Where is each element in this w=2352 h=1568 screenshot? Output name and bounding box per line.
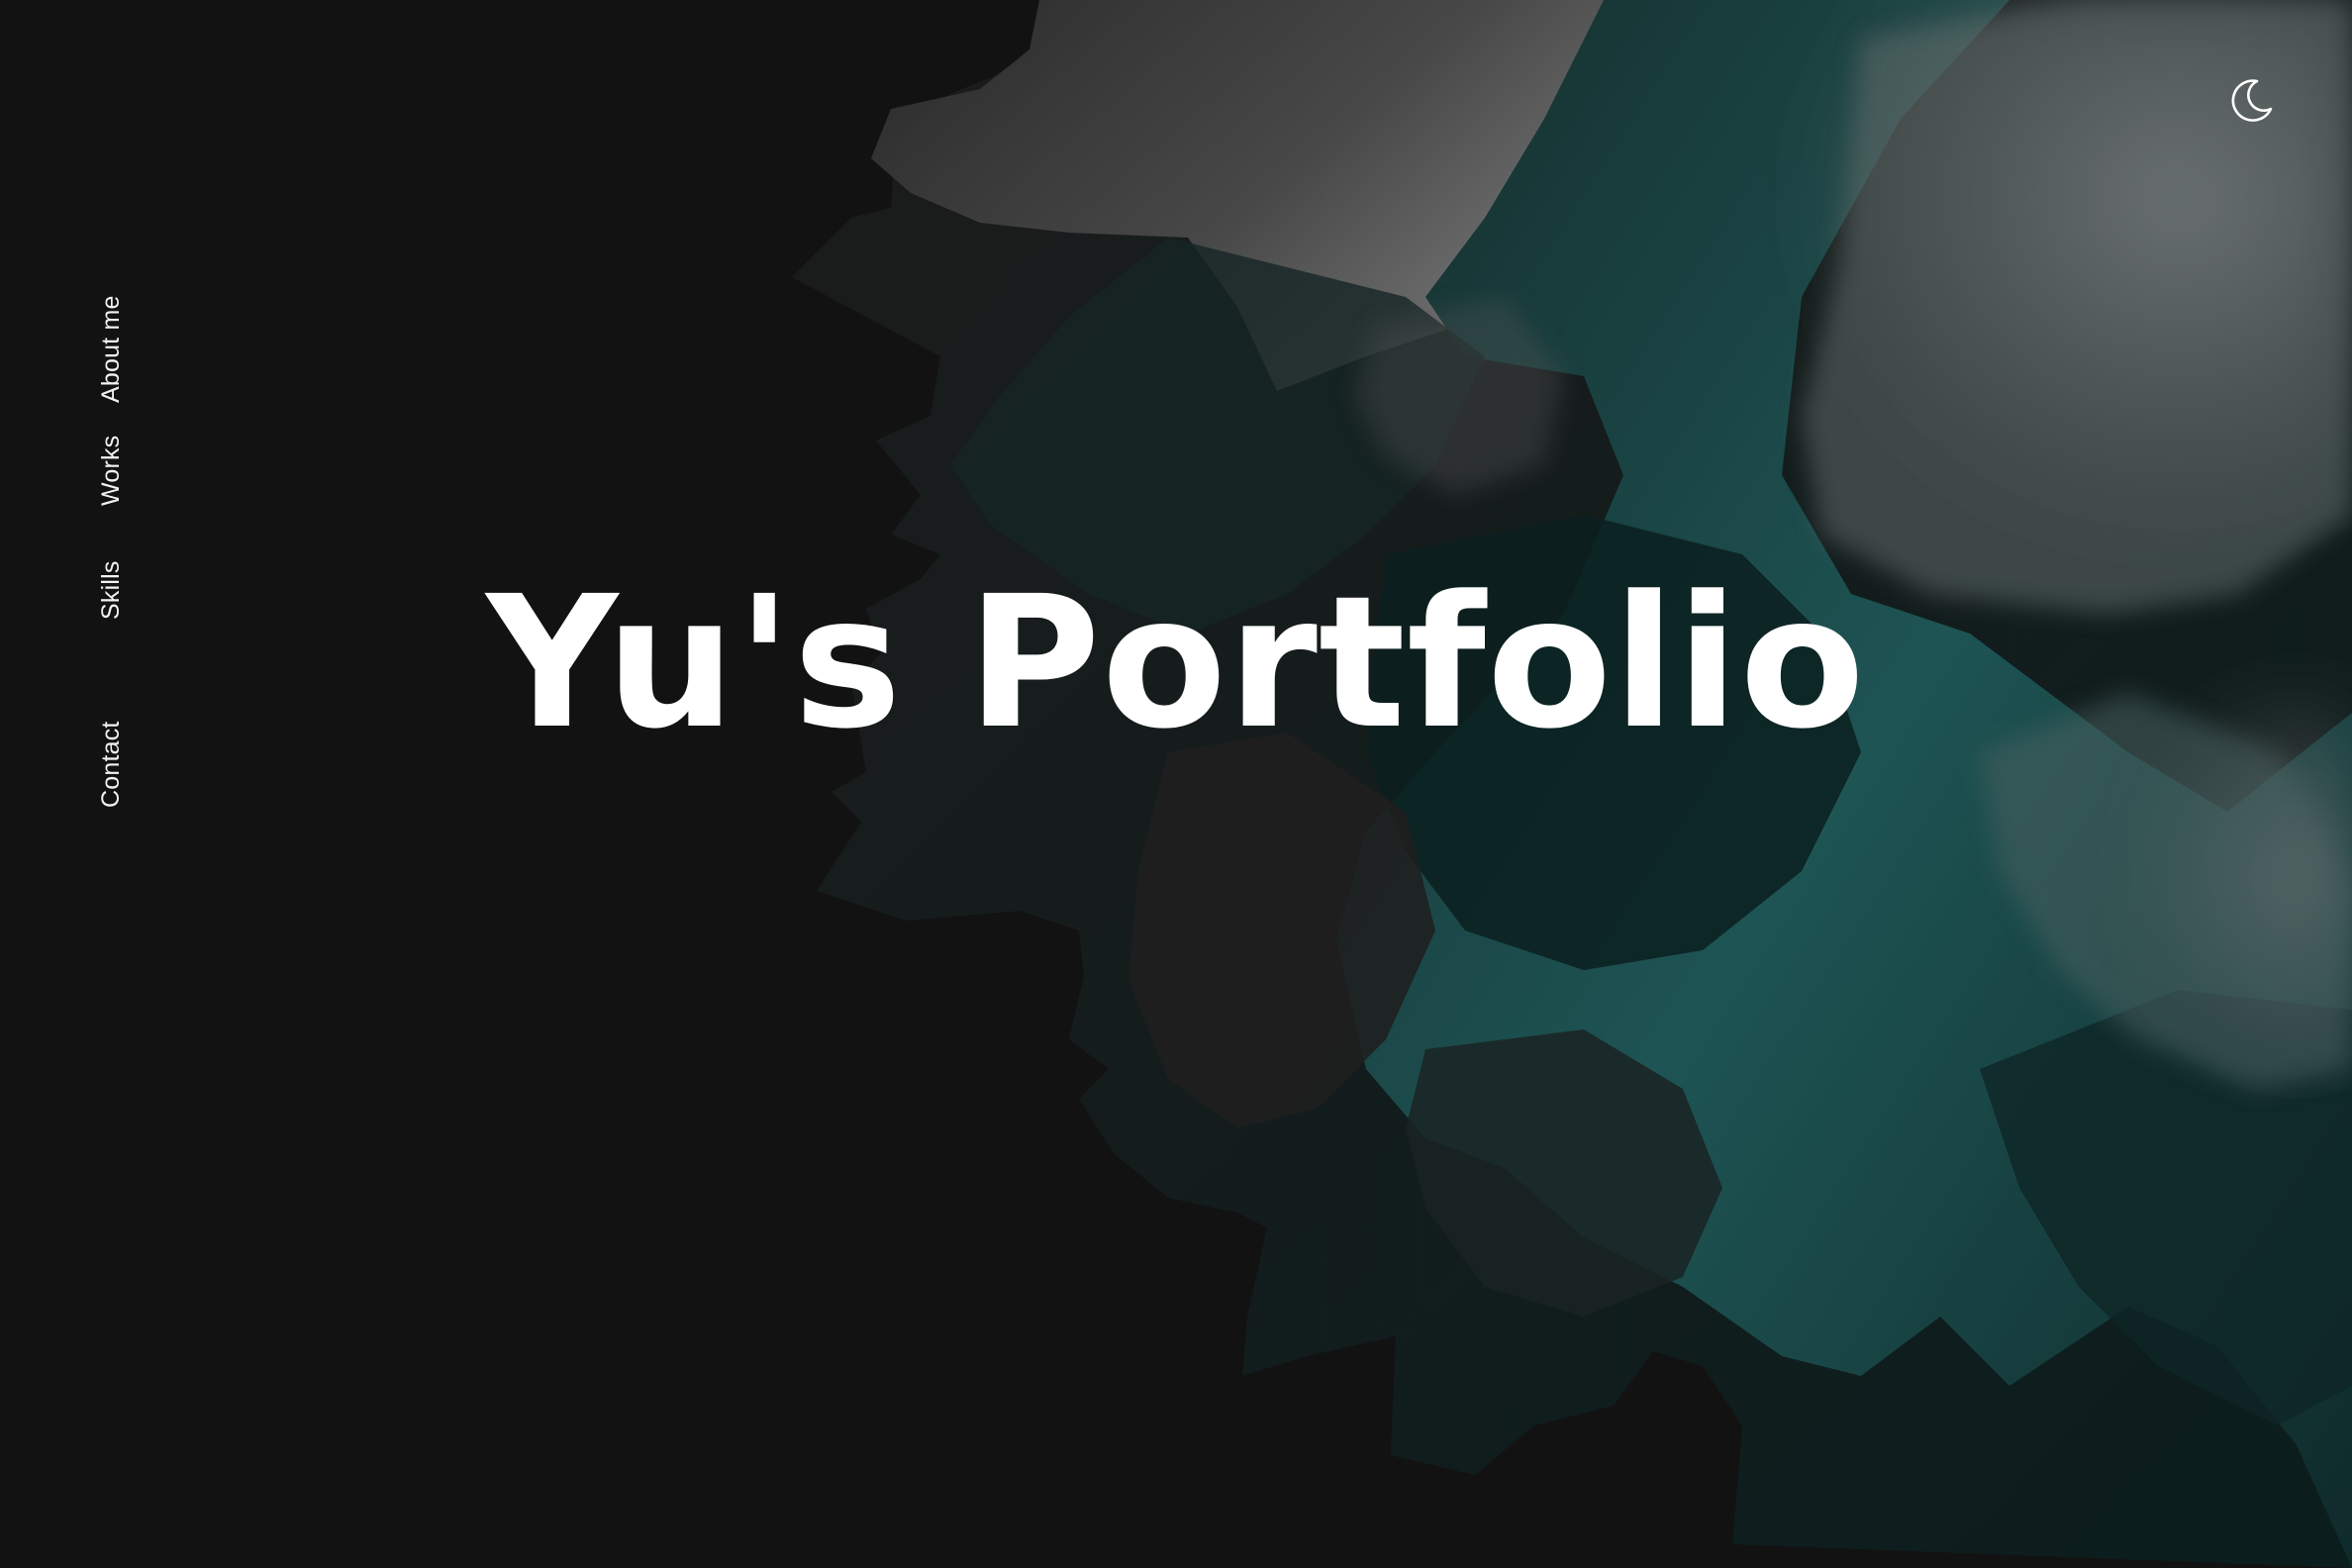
- moon-icon: [2231, 79, 2273, 122]
- nav-item-label: Works: [97, 435, 125, 506]
- portfolio-page: About me Works Skills Contact Yu's Portf…: [0, 0, 2352, 1568]
- nav-item-label: About me: [97, 295, 125, 403]
- background-artwork: [792, 0, 2352, 1568]
- page-title: Yu's Portfolio: [486, 557, 1866, 769]
- theme-toggle-button[interactable]: [2223, 71, 2279, 127]
